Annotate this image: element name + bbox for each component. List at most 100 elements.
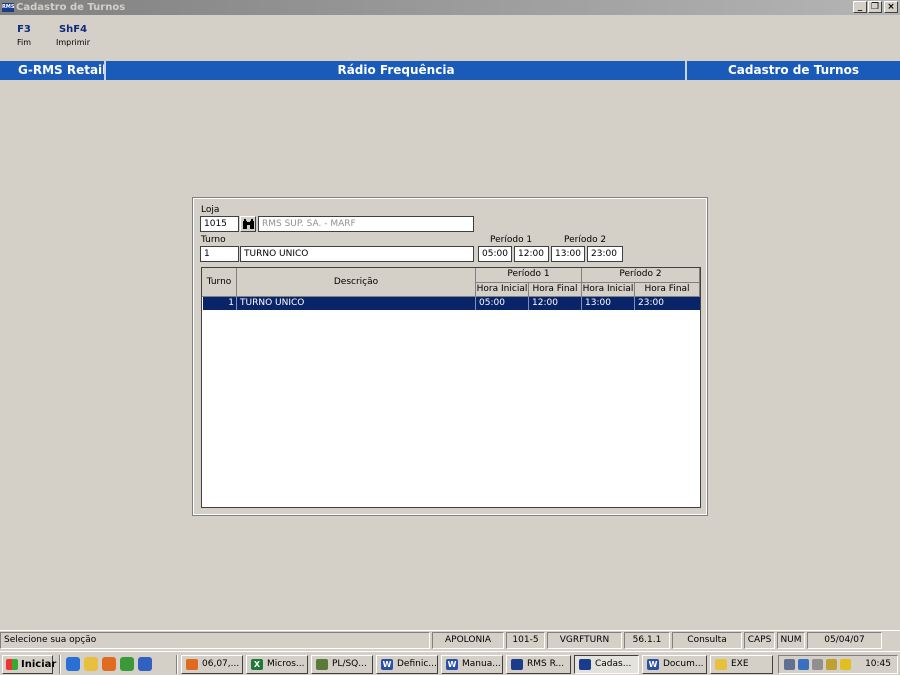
word-icon: W [647,659,659,670]
taskbar-clock[interactable]: 10:45 [865,656,891,673]
f3-fim-key[interactable]: F3 Fim [8,24,40,47]
col-header-descricao[interactable]: Descrição [237,268,476,297]
taskbar-label: PL/SQ... [332,659,367,669]
taskbar-divider [176,655,178,674]
col-header-periodo1: Período 1 [476,268,582,283]
periodo1-end-input[interactable]: 12:00 [514,246,549,262]
close-button[interactable]: × [884,1,898,13]
taskbar-item-plsql[interactable]: PL/SQ... [311,655,373,674]
taskbar-label: Cadas... [595,659,632,669]
periodo2-label: Período 2 [564,235,607,245]
periodo2-start-input[interactable]: 13:00 [551,246,585,262]
browser-quicklaunch-icon[interactable] [138,657,152,671]
plsql-icon [316,659,328,670]
taskbar-label: Definic... [397,659,437,669]
turno-input[interactable]: 1 [200,246,239,262]
cell-p1-final: 12:00 [529,297,582,310]
system-tray: 10:45 [778,655,898,674]
security-tray-icon[interactable] [826,659,837,670]
window-title-bar[interactable]: RMS Cadastro de Turnos _ ❐ × [0,0,900,15]
col-header-p2-hora-inicial[interactable]: Hora Inicial [582,283,635,297]
taskbar-label: Docum... [663,659,704,669]
rms-app-icon: RMS [2,3,15,12]
window-title: Cadastro de Turnos [16,2,126,13]
status-date: 05/04/07 [807,632,882,649]
status-code: 101-5 [506,632,545,649]
taskbar-item-exe[interactable]: EXE [710,655,773,674]
taskbar-item-document[interactable]: W Docum... [642,655,707,674]
network-quicklaunch-icon[interactable] [120,657,134,671]
taskbar-label: 06,07,... [202,659,240,669]
minimize-button[interactable]: _ [853,1,867,13]
app-icon [186,659,198,670]
windows-flag-icon [6,659,18,670]
taskbar-item-definic[interactable]: W Definic... [376,655,438,674]
excel-icon: X [251,659,263,670]
shf4-imprimir-key[interactable]: ShF4 Imprimir [50,24,96,47]
taskbar-item-0607[interactable]: 06,07,... [181,655,243,674]
status-bar: Selecione sua opção APOLONIA 101-5 VGRFT… [0,630,900,649]
word-icon: W [446,659,458,670]
turnos-grid[interactable]: Turno Descrição Período 1 Período 2 Hora… [201,267,701,508]
start-label: Iniciar [21,659,57,670]
binoculars-icon [242,219,254,229]
taskbar-item-manual[interactable]: W Manua... [441,655,503,674]
turno-description-input[interactable]: TURNO UNICO [240,246,474,262]
taskbar-divider [59,655,61,674]
fim-label: Fim [16,38,32,47]
folder-icon [715,659,727,670]
restore-button[interactable]: ❐ [868,1,882,13]
col-header-p2-hora-final[interactable]: Hora Final [635,283,700,297]
module-name: Rádio Frequência [337,63,455,77]
windows-taskbar: Iniciar 06,07,... X Micros... PL/SQ... WD… [0,651,900,675]
cell-p2-inicial: 13:00 [582,297,635,310]
taskbar-label: Micros... [267,659,305,669]
taskbar-item-cadastro-active[interactable]: Cadas... [574,655,639,674]
col-header-p1-hora-final[interactable]: Hora Final [529,283,582,297]
periodo2-end-input[interactable]: 23:00 [587,246,623,262]
antivirus-tray-icon[interactable] [840,659,851,670]
shf4-key-label: ShF4 [58,24,88,35]
status-program: VGRFTURN [547,632,622,649]
taskbar-label: RMS R... [527,659,565,669]
cell-turno: 1 [203,297,237,310]
rms-icon [511,659,523,670]
status-mode: Consulta [672,632,742,649]
col-header-turno[interactable]: Turno [202,268,237,297]
periodo1-start-input[interactable]: 05:00 [478,246,512,262]
turno-label: Turno [201,235,226,245]
printer-tray-icon[interactable] [784,659,795,670]
cell-descricao: TURNO UNICO [237,297,476,310]
screen-name: Cadastro de Turnos [728,63,859,77]
word-icon: W [381,659,393,670]
table-row-selected[interactable]: 1 TURNO UNICO 05:00 12:00 13:00 23:00 [203,297,700,310]
loja-label: Loja [201,205,220,215]
col-header-periodo2: Período 2 [582,268,700,283]
f3-key-label: F3 [17,24,31,35]
folder-quicklaunch-icon[interactable] [84,657,98,671]
cell-p2-final: 23:00 [638,298,664,308]
periodo1-label: Período 1 [490,235,533,245]
status-server: APOLONIA [432,632,504,649]
col-header-p1-hora-inicial[interactable]: Hora Inicial [476,283,529,297]
ie-quicklaunch-icon[interactable] [66,657,80,671]
app-quicklaunch-icon[interactable] [102,657,116,671]
search-lookup-button[interactable] [240,216,256,232]
imprimir-label: Imprimir [55,38,91,47]
network-tray-icon[interactable] [798,659,809,670]
taskbar-label: EXE [731,659,749,669]
taskbar-item-excel[interactable]: X Micros... [246,655,308,674]
taskbar-label: Manua... [462,659,501,669]
taskbar-item-rms-retail[interactable]: RMS R... [506,655,571,674]
status-message: Selecione sua opção [0,632,430,649]
cell-p1-inicial: 05:00 [476,297,529,310]
header-band: G-RMS Retail Rádio Frequência Cadastro d… [0,61,900,80]
clock-tray-icon[interactable] [812,659,823,670]
status-num: NUM [777,632,805,649]
loja-input[interactable]: 1015 [200,216,239,232]
system-name: G-RMS Retail [18,63,107,77]
start-button[interactable]: Iniciar [2,655,57,674]
status-caps: CAPS [744,632,775,649]
rms-icon [579,659,591,670]
status-version: 56.1.1 [624,632,670,649]
